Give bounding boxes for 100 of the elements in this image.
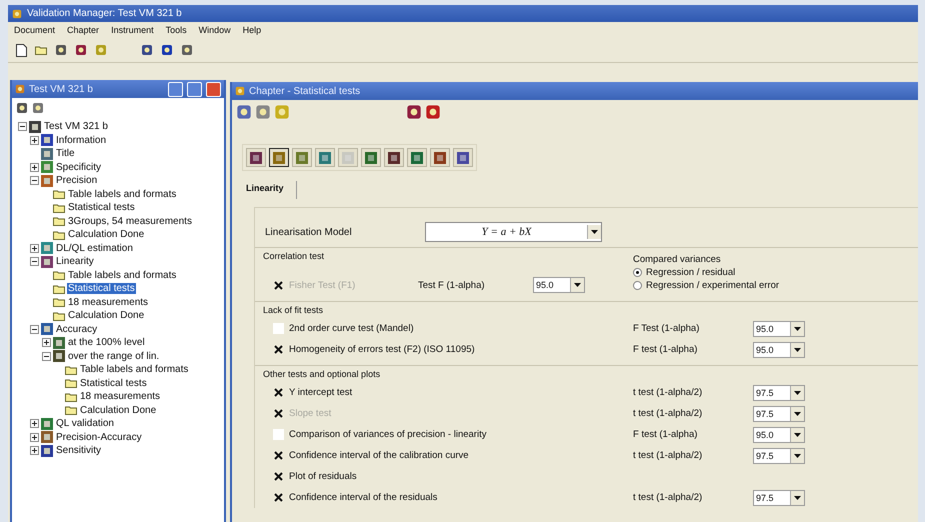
chapter-button[interactable] xyxy=(384,148,404,167)
expand-toggle[interactable] xyxy=(30,136,39,145)
expand-toggle[interactable] xyxy=(42,338,51,348)
test-label: 2nd order curve test (Mandel) xyxy=(289,323,414,334)
tree-window-title: Test VM 321 b xyxy=(29,84,94,94)
tree-item[interactable]: Precision xyxy=(55,175,98,186)
tree-item[interactable]: Sensitivity xyxy=(55,445,102,456)
tree-item[interactable]: Specificity xyxy=(55,162,102,173)
tree-item[interactable]: Calculation Done xyxy=(67,310,146,322)
tree-item[interactable]: Statistical tests xyxy=(67,283,136,294)
field-label: Linearisation Model xyxy=(265,226,353,238)
tree-item[interactable]: Table labels and formats xyxy=(67,270,178,281)
expand-toggle[interactable] xyxy=(30,162,39,172)
test-type-label: t test (1-alpha/2) xyxy=(633,408,704,419)
tree-item[interactable]: Table labels and formats xyxy=(79,364,190,376)
confidence-dropdown[interactable]: 95.0 xyxy=(753,426,805,442)
menu-item[interactable]: Window xyxy=(198,25,231,35)
checkbox[interactable] xyxy=(273,323,284,334)
dropdown-arrow-icon xyxy=(794,432,801,436)
tree-item[interactable]: QL validation xyxy=(55,418,115,430)
tree-item[interactable]: 18 measurements xyxy=(67,296,150,308)
confidence-dropdown[interactable]: 97.5 xyxy=(753,490,805,506)
section-title: Correlation test xyxy=(263,251,326,263)
radio-button[interactable] xyxy=(633,268,642,277)
tree-item[interactable]: Title xyxy=(55,148,76,160)
dropdown-arrow-icon xyxy=(574,283,581,287)
tree-item[interactable]: Statistical tests xyxy=(67,202,136,214)
expand-toggle[interactable] xyxy=(30,244,39,253)
tree-item[interactable]: Statistical tests xyxy=(79,378,148,389)
checkbox[interactable] xyxy=(273,471,284,482)
dropdown-arrow-icon xyxy=(794,496,801,500)
dropdown-arrow-icon xyxy=(794,454,801,458)
folder-icon xyxy=(65,405,77,416)
collapse-toggle[interactable] xyxy=(30,176,39,186)
chapter-button[interactable] xyxy=(246,148,266,167)
expand-toggle[interactable] xyxy=(30,446,39,456)
tab[interactable]: Linearity xyxy=(240,181,297,199)
folder-icon xyxy=(53,189,65,200)
tree-item[interactable]: 3Groups, 54 measurements xyxy=(67,216,193,227)
section-title: Other tests and optional plots xyxy=(263,369,382,381)
tree-item[interactable]: at the 100% level xyxy=(67,337,146,348)
model-dropdown[interactable]: Y = a + bX xyxy=(425,222,602,242)
expand-toggle[interactable] xyxy=(30,432,39,442)
minimize-button[interactable] xyxy=(168,82,183,96)
new-document-icon[interactable] xyxy=(16,44,26,56)
collapse-toggle[interactable] xyxy=(42,352,51,361)
test-label: Homogeneity of errors test (F2) (ISO 11095) xyxy=(289,344,475,355)
menu-item[interactable]: Help xyxy=(242,25,262,35)
tree-item[interactable]: Accuracy xyxy=(55,324,98,335)
window-title: Validation Manager: Test VM 321 b xyxy=(27,8,182,19)
tree-item[interactable]: Calculation Done xyxy=(79,404,158,416)
radio-label: Regression / residual xyxy=(646,267,736,278)
test-type-label: F test (1-alpha) xyxy=(633,344,698,355)
maximize-button[interactable] xyxy=(187,82,202,96)
tree-item[interactable]: DL/QL estimation xyxy=(55,242,134,254)
test-label: Confidence interval of the calibration curve xyxy=(289,450,469,461)
dropdown-arrow-icon xyxy=(794,390,801,394)
app-icon[interactable] xyxy=(12,8,22,18)
section-title: Lack of fit tests xyxy=(263,305,324,317)
checkbox[interactable] xyxy=(273,429,284,440)
test-label: Fisher Test (F1) xyxy=(289,280,356,290)
test-label: Comparison of variances of precision - linearity xyxy=(289,429,486,440)
menu-item[interactable]: Document xyxy=(14,25,56,35)
collapse-toggle[interactable] xyxy=(30,257,39,266)
dropdown-arrow-icon xyxy=(794,348,801,352)
menu-item[interactable]: Chapter xyxy=(67,25,100,35)
confidence-dropdown[interactable]: 95.0 xyxy=(753,342,805,358)
tree-item[interactable]: Table labels and formats xyxy=(67,188,178,200)
chapter-button[interactable] xyxy=(453,148,473,167)
collapse-toggle[interactable] xyxy=(30,324,39,334)
checkbox[interactable] xyxy=(273,344,284,355)
checkbox[interactable] xyxy=(273,387,284,398)
tree-item[interactable]: over the range of lin. xyxy=(67,350,160,362)
folder-icon xyxy=(53,297,65,308)
menu-item[interactable]: Instrument xyxy=(111,25,154,35)
folder-icon xyxy=(65,364,77,375)
tree-item[interactable]: Information xyxy=(55,134,108,146)
tree-item[interactable]: Linearity xyxy=(55,256,95,268)
confidence-dropdown[interactable]: 97.5 xyxy=(753,384,805,400)
collapse-toggle[interactable] xyxy=(18,122,27,132)
folder-icon xyxy=(53,202,65,213)
menu-item[interactable]: Tools xyxy=(166,25,187,35)
test-type-label: F test (1-alpha) xyxy=(633,429,698,440)
test-type-label: t test (1-alpha/2) xyxy=(633,387,704,398)
window-icon[interactable] xyxy=(235,86,245,96)
chapter-button[interactable] xyxy=(269,148,289,167)
checkbox[interactable] xyxy=(273,450,284,461)
confidence-dropdown[interactable]: 95.0 xyxy=(753,320,805,336)
close-button[interactable] xyxy=(206,82,221,96)
radio-button[interactable] xyxy=(633,281,642,290)
tree-item[interactable]: 18 measurements xyxy=(79,391,162,402)
dropdown-arrow-icon xyxy=(794,326,801,330)
expand-toggle[interactable] xyxy=(30,419,39,428)
window-icon[interactable] xyxy=(15,84,25,94)
tree-item[interactable]: Test VM 321 b xyxy=(43,121,109,132)
chapter-button[interactable] xyxy=(430,148,450,167)
tree-item[interactable]: Precision-Accuracy xyxy=(55,432,143,443)
checkbox[interactable] xyxy=(273,492,284,503)
tree-item[interactable]: Calculation Done xyxy=(67,229,146,240)
confidence-dropdown[interactable]: 97.5 xyxy=(753,448,805,464)
